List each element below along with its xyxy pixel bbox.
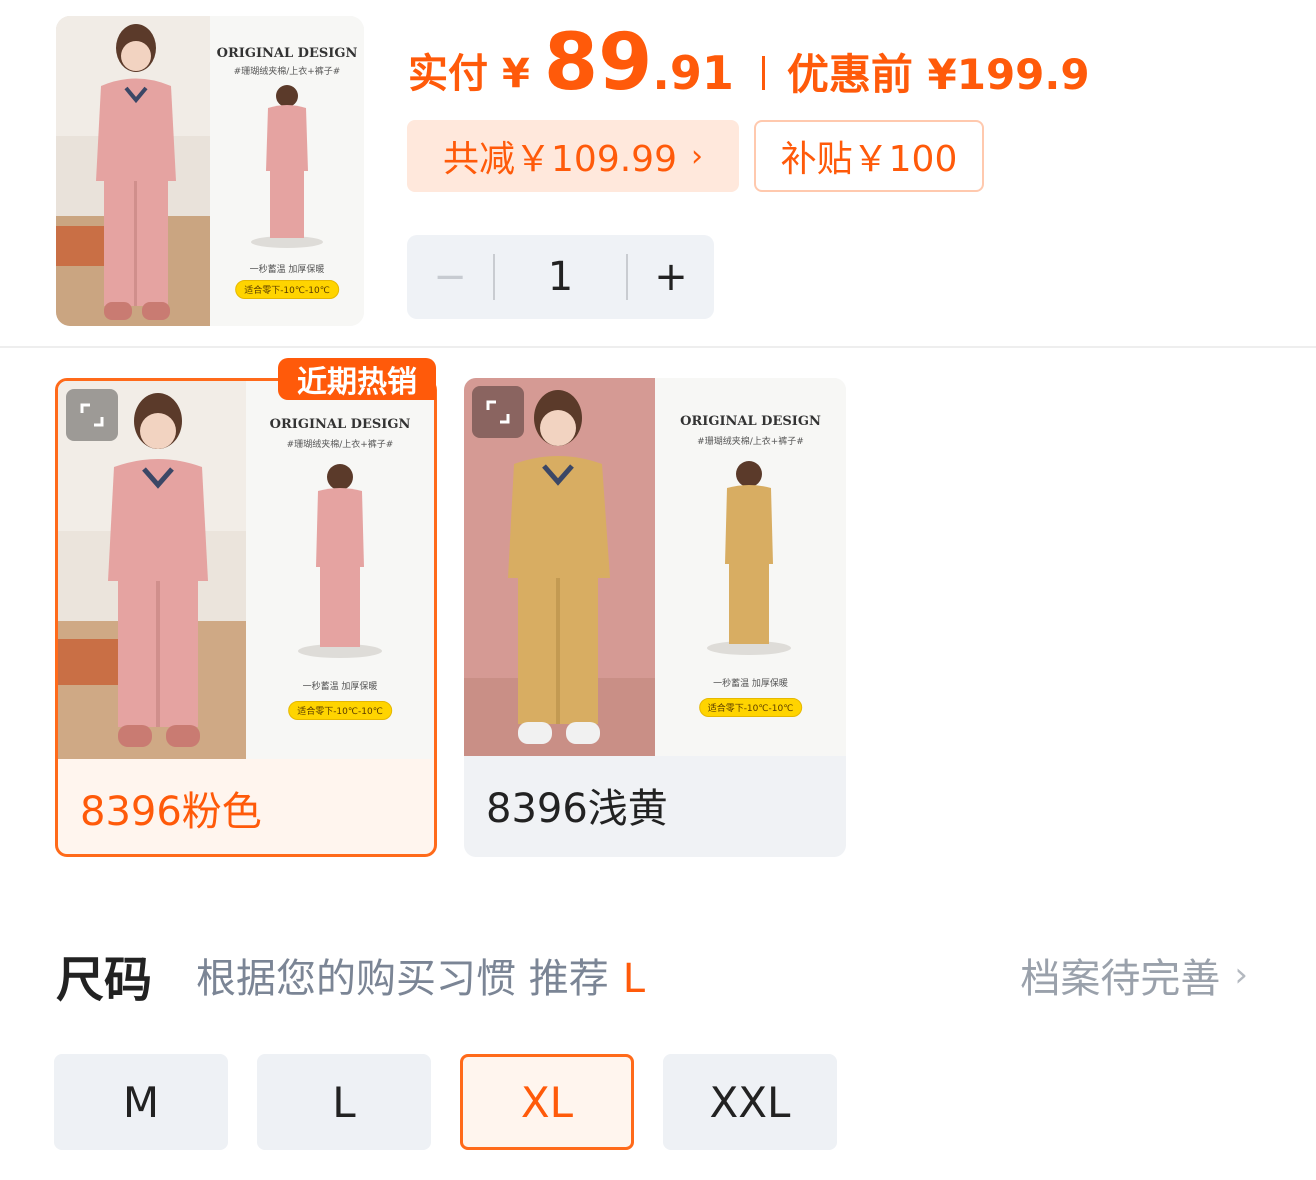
- product-detail-art: ORIGINAL DESIGN #珊瑚绒夹棉/上衣+裤子# 一秒蓄温 加厚保暖 …: [655, 378, 846, 756]
- slogan: 一秒蓄温 加厚保暖: [713, 679, 788, 689]
- subsidy-chip: 补贴￥100: [754, 120, 984, 192]
- product-detail-art: ORIGINAL DESIGN #珊瑚绒夹棉/上衣+裤子# 一秒蓄温 加厚保暖 …: [210, 16, 364, 326]
- temperature-tag: 适合零下-10℃-10℃: [698, 698, 803, 717]
- size-option-xl[interactable]: XL: [460, 1054, 634, 1150]
- recommended-size: L: [622, 956, 646, 1002]
- size-tip-text: 根据您的购买习惯 推荐: [196, 956, 609, 1002]
- decrease-button[interactable]: −: [407, 235, 493, 319]
- price-row: 实付 ¥ 89 .91 优惠前 ¥199.9: [408, 22, 1090, 102]
- expand-icon[interactable]: [66, 389, 118, 441]
- size-option-xxl[interactable]: XXL: [663, 1054, 837, 1150]
- chevron-right-icon: ›: [1234, 955, 1248, 995]
- increase-button[interactable]: +: [628, 235, 714, 319]
- hot-sale-badge: 近期热销: [278, 358, 436, 400]
- chevron-right-icon: ›: [690, 138, 703, 174]
- size-option-m[interactable]: M: [54, 1054, 228, 1150]
- slogan: 一秒蓄温 加厚保暖: [249, 265, 325, 275]
- profile-link-text: 档案待完善: [1020, 956, 1221, 1002]
- price-decimal: .91: [652, 46, 734, 100]
- expand-icon[interactable]: [472, 386, 524, 438]
- variant-label: 8396粉色: [80, 789, 262, 835]
- size-title: 尺码: [56, 952, 153, 1008]
- size-option-l[interactable]: L: [257, 1054, 431, 1150]
- product-detail-art: ORIGINAL DESIGN #珊瑚绒夹棉/上衣+裤子# 一秒蓄温 加厚保暖 …: [246, 381, 434, 759]
- quantity-value[interactable]: 1: [495, 254, 626, 300]
- subsidy-text: 补贴￥100: [780, 139, 958, 180]
- product-thumbnail[interactable]: ORIGINAL DESIGN #珊瑚绒夹棉/上衣+裤子# 一秒蓄温 加厚保暖 …: [56, 16, 364, 326]
- currency-symbol: ¥: [502, 51, 530, 97]
- variant-label: 8396浅黄: [486, 786, 668, 832]
- model-photo: [56, 16, 210, 326]
- price-separator: [761, 56, 765, 90]
- price-integer: 89: [543, 18, 653, 108]
- original-price: 优惠前 ¥199.9: [786, 50, 1090, 99]
- slogan: 一秒蓄温 加厚保暖: [302, 682, 378, 692]
- temperature-tag: 适合零下-10℃-10℃: [288, 701, 392, 720]
- discount-text: 共减￥109.99: [443, 139, 677, 180]
- temperature-tag: 适合零下-10℃-10℃: [235, 280, 339, 299]
- size-recommendation: 根据您的购买习惯 推荐 L: [196, 946, 645, 1004]
- discount-chip[interactable]: 共减￥109.99 ›: [407, 120, 739, 192]
- variant-card-pink[interactable]: ORIGINAL DESIGN #珊瑚绒夹棉/上衣+裤子# 一秒蓄温 加厚保暖 …: [55, 378, 437, 857]
- pay-label: 实付: [408, 51, 488, 97]
- quantity-stepper: − 1 +: [407, 235, 714, 319]
- section-divider: [0, 346, 1316, 348]
- profile-link[interactable]: 档案待完善 ›: [1020, 946, 1248, 1004]
- variant-card-yellow[interactable]: ORIGINAL DESIGN #珊瑚绒夹棉/上衣+裤子# 一秒蓄温 加厚保暖 …: [464, 378, 846, 857]
